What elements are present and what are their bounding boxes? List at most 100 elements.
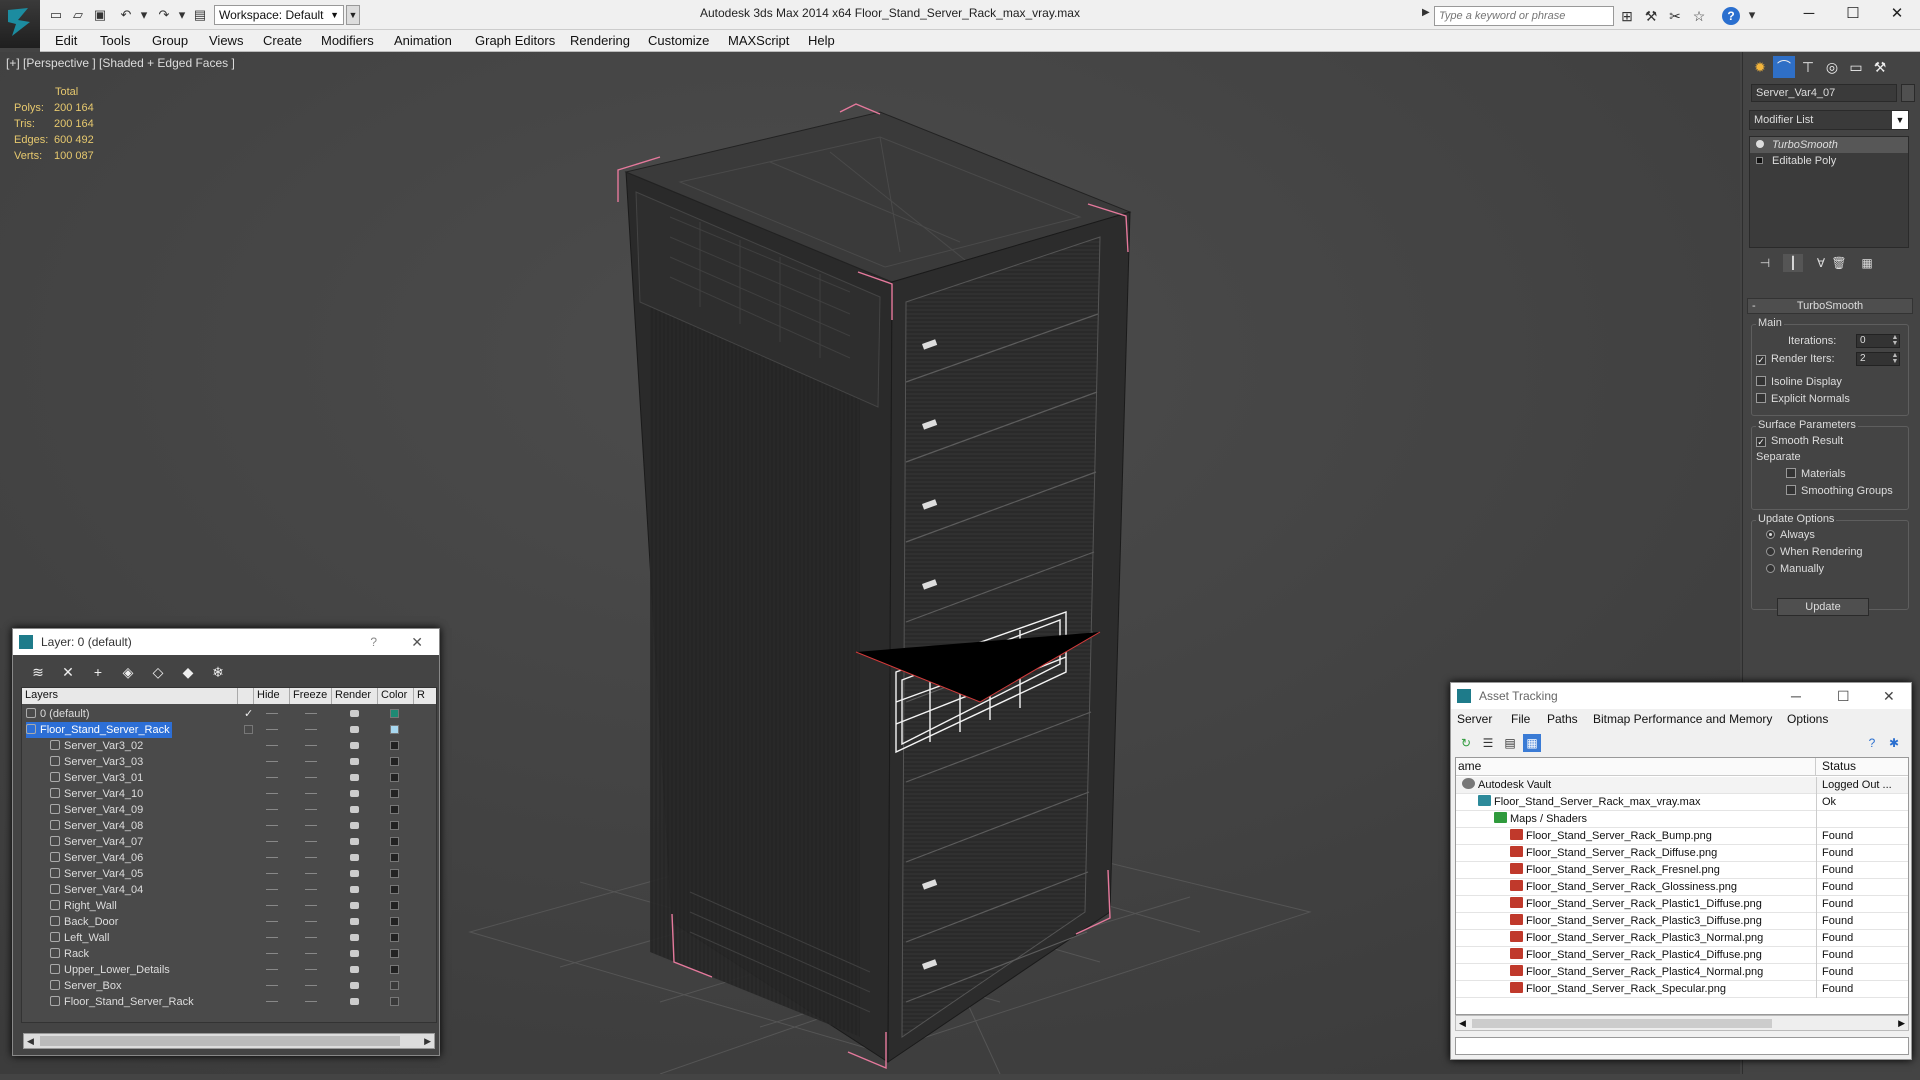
layer-color-swatch[interactable] — [390, 805, 399, 814]
hide-toggle[interactable] — [266, 761, 278, 762]
hide-toggle[interactable] — [266, 777, 278, 778]
object-color-swatch[interactable] — [1901, 84, 1915, 102]
layer-row[interactable]: Server_Var4_06 — [22, 850, 436, 866]
asset-dialog-titlebar[interactable]: Asset Tracking ─ ☐ ✕ — [1451, 683, 1911, 709]
scroll-right-icon[interactable]: ▶ — [1898, 1016, 1905, 1030]
hide-toggle[interactable] — [266, 969, 278, 970]
col-status[interactable]: Status — [1822, 758, 1856, 776]
close-icon[interactable]: ✕ — [1874, 2, 1920, 28]
workspace-menu-button[interactable]: ▼ — [346, 5, 360, 25]
col-render[interactable]: Render — [332, 688, 378, 704]
explicit-normals-checkbox[interactable]: Explicit Normals — [1756, 393, 1850, 405]
layer-row[interactable]: 0 (default) ✓ — [22, 706, 436, 722]
asset-menu-paths[interactable]: Paths — [1547, 712, 1578, 726]
asset-menu-server[interactable]: Server — [1457, 712, 1492, 726]
render-teapot-icon[interactable] — [350, 982, 359, 989]
menu-views[interactable]: Views — [209, 33, 243, 48]
render-teapot-icon[interactable] — [350, 742, 359, 749]
menu-customize[interactable]: Customize — [648, 33, 709, 48]
layer-row[interactable]: Server_Var4_04 — [22, 882, 436, 898]
show-end-result-icon[interactable]: ┃ — [1783, 254, 1803, 272]
freeze-toggle[interactable] — [305, 729, 317, 730]
menu-create[interactable]: Create — [263, 33, 302, 48]
communication-icon[interactable]: ✂ — [1666, 7, 1684, 25]
asset-row[interactable]: Floor_Stand_Server_Rack_Plastic4_Normal.… — [1456, 964, 1908, 981]
layer-color-swatch[interactable] — [390, 789, 399, 798]
layer-row[interactable]: Floor_Stand_Server_Rack — [22, 994, 436, 1010]
layer-row[interactable]: Server_Var3_01 — [22, 770, 436, 786]
render-teapot-icon[interactable] — [350, 710, 359, 717]
render-teapot-icon[interactable] — [350, 838, 359, 845]
subscription-icon[interactable]: ⚒ — [1642, 7, 1660, 25]
asset-row[interactable]: Floor_Stand_Server_Rack_Bump.png Found — [1456, 828, 1908, 845]
asset-row[interactable]: Autodesk Vault Logged Out ... — [1456, 777, 1908, 794]
open-file-icon[interactable]: ▱ — [70, 7, 86, 23]
layer-color-swatch[interactable] — [390, 901, 399, 910]
freeze-toggle[interactable] — [305, 953, 317, 954]
manually-radio[interactable]: Manually — [1766, 563, 1824, 575]
viewport-label[interactable]: [+] [Perspective ] [Shaded + Edged Faces… — [6, 56, 235, 70]
hide-toggle[interactable] — [266, 713, 278, 714]
hide-toggle[interactable] — [266, 985, 278, 986]
stack-item-turbosmooth[interactable]: TurboSmooth — [1750, 137, 1908, 153]
freeze-toggle[interactable] — [305, 905, 317, 906]
menu-graph-editors[interactable]: Graph Editors — [475, 33, 555, 48]
highlight-layer-icon[interactable]: ◇ — [147, 663, 169, 681]
redo-dropdown-icon[interactable]: ▾ — [174, 7, 190, 23]
minimize-icon[interactable]: ─ — [1791, 683, 1801, 709]
help-search-icon[interactable]: ✱ — [1885, 734, 1903, 752]
when-rendering-radio[interactable]: When Rendering — [1766, 546, 1863, 558]
hide-toggle[interactable] — [266, 953, 278, 954]
col-r[interactable]: R — [414, 688, 436, 704]
asset-path-field[interactable] — [1455, 1037, 1909, 1055]
freeze-toggle[interactable] — [305, 761, 317, 762]
asset-menu-options[interactable]: Options — [1787, 712, 1828, 726]
pin-stack-icon[interactable]: ⊣ — [1755, 254, 1775, 272]
layer-row[interactable]: Right_Wall — [22, 898, 436, 914]
asset-row[interactable]: Floor_Stand_Server_Rack_Plastic3_Diffuse… — [1456, 913, 1908, 930]
layer-color-swatch[interactable] — [390, 981, 399, 990]
always-radio[interactable]: Always — [1766, 529, 1815, 541]
create-tab-icon[interactable]: ✹ — [1749, 56, 1771, 78]
menu-modifiers[interactable]: Modifiers — [321, 33, 374, 48]
render-teapot-icon[interactable] — [350, 886, 359, 893]
hierarchy-tab-icon[interactable]: ⊤ — [1797, 56, 1819, 78]
select-objects-icon[interactable]: ◈ — [117, 663, 139, 681]
render-iters-checkbox[interactable]: ✓ Render Iters: — [1756, 353, 1835, 365]
isoline-display-checkbox[interactable]: Isoline Display — [1756, 376, 1842, 388]
col-hide[interactable]: Hide — [254, 688, 290, 704]
layer-color-swatch[interactable] — [390, 757, 399, 766]
asset-menu-file[interactable]: File — [1511, 712, 1530, 726]
update-button[interactable]: Update — [1777, 598, 1869, 616]
menu-maxscript[interactable]: MAXScript — [728, 33, 789, 48]
motion-tab-icon[interactable]: ◎ — [1821, 56, 1843, 78]
asset-row[interactable]: Floor_Stand_Server_Rack_Diffuse.png Found — [1456, 845, 1908, 862]
smoothing-groups-checkbox[interactable]: Smoothing Groups — [1786, 485, 1893, 497]
asset-row[interactable]: Floor_Stand_Server_Rack_max_vray.max Ok — [1456, 794, 1908, 811]
project-folder-icon[interactable]: ▤ — [192, 7, 208, 23]
layer-color-swatch[interactable] — [390, 917, 399, 926]
hide-toggle[interactable] — [266, 857, 278, 858]
modifier-list-dropdown[interactable]: Modifier List ▼ — [1749, 110, 1909, 130]
favorites-star-icon[interactable]: ☆ — [1690, 7, 1708, 25]
workspace-dropdown[interactable]: Workspace: Default ▼ — [214, 5, 344, 25]
render-iters-spinner[interactable]: 2 ▲ ▼ — [1856, 352, 1900, 366]
layer-color-swatch[interactable] — [390, 773, 399, 782]
asset-row[interactable]: Maps / Shaders — [1456, 811, 1908, 828]
maximize-icon[interactable]: ☐ — [1830, 2, 1876, 28]
freeze-all-icon[interactable]: ❄ — [207, 663, 229, 681]
close-icon[interactable]: ✕ — [411, 629, 423, 655]
scroll-left-icon[interactable]: ◀ — [27, 1034, 34, 1048]
asset-horizontal-scrollbar[interactable]: ◀ ▶ — [1455, 1015, 1909, 1031]
help-icon[interactable]: ? — [1863, 734, 1881, 752]
layer-row[interactable]: Floor_Stand_Server_Rack — [22, 722, 436, 738]
make-active-checkbox[interactable] — [244, 725, 253, 734]
expand-box-icon[interactable] — [1756, 157, 1763, 164]
freeze-toggle[interactable] — [305, 969, 317, 970]
layer-color-swatch[interactable] — [390, 821, 399, 830]
layer-color-swatch[interactable] — [390, 933, 399, 942]
thumbnail-view-icon[interactable]: ▤ — [1501, 734, 1519, 752]
asset-row[interactable]: Floor_Stand_Server_Rack_Fresnel.png Found — [1456, 862, 1908, 879]
layer-row[interactable]: Back_Door — [22, 914, 436, 930]
menu-help[interactable]: Help — [808, 33, 835, 48]
